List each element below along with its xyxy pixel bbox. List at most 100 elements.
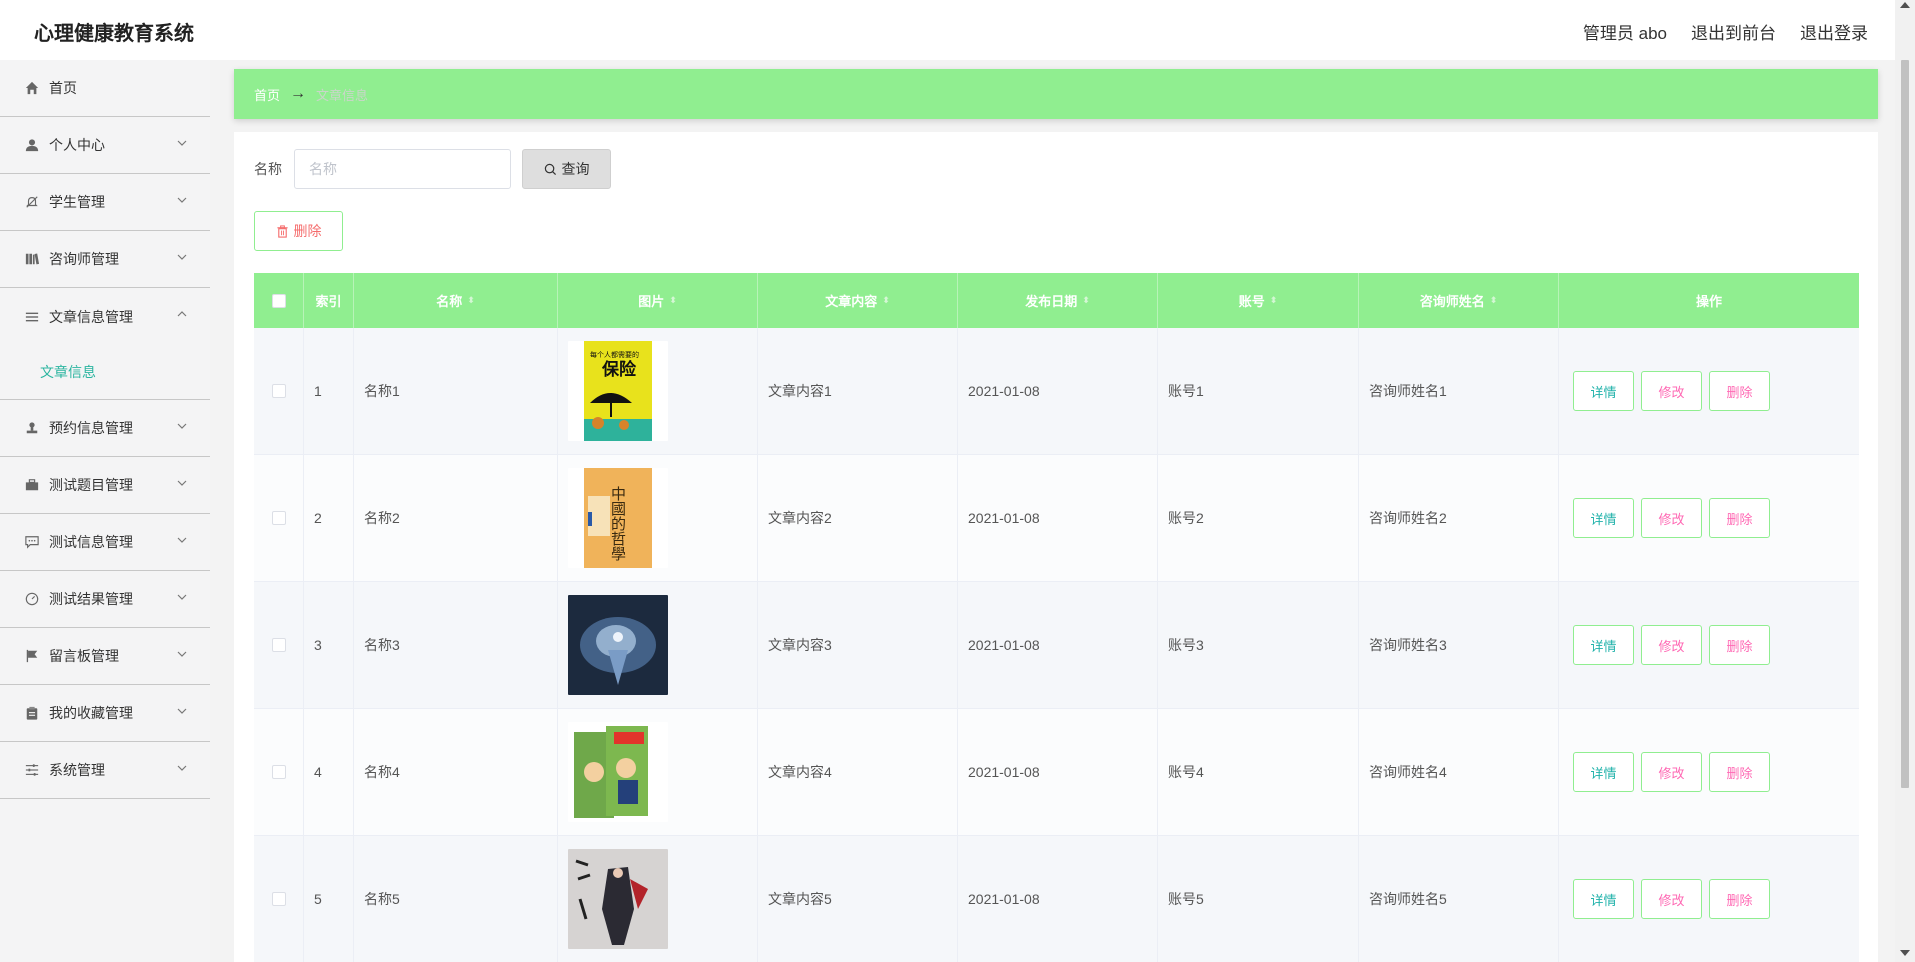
article-thumbnail [568, 849, 668, 949]
header-select-all-cell [254, 273, 304, 328]
sort-icon[interactable]: ⬍ [882, 295, 890, 306]
row-date: 2021-01-08 [958, 582, 1158, 708]
row-check-cell [254, 709, 304, 835]
sidebar-item-label: 学生管理 [49, 194, 105, 210]
scroll-thumb[interactable] [1901, 60, 1909, 788]
breadcrumb-home[interactable]: 首页 [254, 85, 280, 104]
scroll-up-arrow-icon[interactable] [1900, 2, 1910, 8]
header-content[interactable]: 文章内容 ⬍ [758, 273, 958, 328]
edit-button[interactable]: 修改 [1641, 625, 1702, 665]
header-name[interactable]: 名称 ⬍ [354, 273, 558, 328]
row-checkbox[interactable] [271, 511, 286, 525]
detail-button[interactable]: 详情 [1573, 625, 1634, 665]
chevron-down-icon [177, 537, 187, 543]
delete-button[interactable]: 删除 [1709, 371, 1770, 411]
header-ops-label: 操作 [1695, 294, 1722, 309]
row-checkbox[interactable] [271, 765, 286, 779]
sidebar-item-label: 预约信息管理 [49, 420, 133, 436]
row-name: 名称1 [354, 328, 558, 454]
search-label: 名称 [254, 161, 282, 177]
delete-button[interactable]: 删除 [1709, 625, 1770, 665]
sort-icon[interactable]: ⬍ [1270, 295, 1278, 306]
cover-title: 保险 [601, 359, 637, 380]
bulk-delete-button[interactable]: 删除 [254, 211, 343, 251]
page-scrollbar[interactable] [1895, 0, 1915, 962]
row-check-cell [254, 455, 304, 581]
delete-button[interactable]: 删除 [1709, 752, 1770, 792]
table-row: 5 名称5 文章内容5 2021-01-08 账号5 咨询师姓名5 详情 修改 … [254, 836, 1859, 962]
sort-icon[interactable]: ⬍ [1490, 295, 1498, 306]
sidebar-item-label: 首页 [49, 80, 77, 96]
chevron-up-icon [177, 311, 187, 317]
table-row: 4 名称4 文章内容4 2021-01-08 账号4 咨询师姓名4 详情 修改 … [254, 709, 1859, 836]
row-content: 文章内容4 [758, 709, 958, 835]
user-icon [24, 137, 40, 153]
delete-button[interactable]: 删除 [1709, 498, 1770, 538]
row-checkbox[interactable] [271, 638, 286, 652]
row-image-cell [558, 582, 758, 708]
sidebar-item-system[interactable]: 系统管理 [0, 742, 210, 799]
sidebar-item-label: 文章信息管理 [49, 308, 133, 325]
edit-button[interactable]: 修改 [1641, 498, 1702, 538]
logout-link[interactable]: 退出登录 [1800, 19, 1868, 44]
search-button[interactable]: 查询 [522, 149, 611, 189]
header-index-label: 索引 [315, 294, 342, 309]
table-row: 1 名称1 每个人都需要的 保险 文章内容1 2021-01-08 账号1 咨询… [254, 328, 1859, 455]
sidebar-subitem-article-info[interactable]: 文章信息 [0, 345, 210, 400]
row-consultant: 咨询师姓名1 [1359, 328, 1559, 454]
select-all-checkbox[interactable] [271, 293, 286, 308]
back-to-front-link[interactable]: 退出到前台 [1691, 19, 1776, 44]
delete-button[interactable]: 删除 [1709, 879, 1770, 919]
edit-button[interactable]: 修改 [1641, 752, 1702, 792]
header-date[interactable]: 发布日期 ⬍ [958, 273, 1158, 328]
header-index: 索引 [304, 273, 354, 328]
sidebar-item-label: 测试信息管理 [49, 534, 133, 550]
sidebar-item-message-board[interactable]: 留言板管理 [0, 628, 210, 685]
row-date: 2021-01-08 [958, 709, 1158, 835]
chevron-down-icon [177, 594, 187, 600]
chevron-down-icon [177, 480, 187, 486]
sidebar-item-consultants[interactable]: 咨询师管理 [0, 231, 210, 288]
row-checkbox[interactable] [271, 892, 286, 906]
detail-button[interactable]: 详情 [1573, 498, 1634, 538]
row-account: 账号5 [1158, 836, 1359, 962]
row-name: 名称4 [354, 709, 558, 835]
edit-button[interactable]: 修改 [1641, 879, 1702, 919]
row-content: 文章内容2 [758, 455, 958, 581]
detail-button[interactable]: 详情 [1573, 752, 1634, 792]
chevron-down-icon [177, 197, 187, 203]
row-index: 1 [304, 328, 354, 454]
sidebar-item-students[interactable]: 学生管理 [0, 174, 210, 231]
sort-icon[interactable]: ⬍ [669, 295, 677, 306]
scroll-down-arrow-icon[interactable] [1900, 950, 1910, 956]
sidebar-item-home[interactable]: 首页 [0, 60, 210, 117]
table-row: 3 名称3 文章内容3 2021-01-08 账号3 咨询师姓名3 详情 修改 … [254, 582, 1859, 709]
sort-icon[interactable]: ⬍ [467, 295, 475, 306]
header-account[interactable]: 账号 ⬍ [1158, 273, 1359, 328]
chevron-down-icon [177, 423, 187, 429]
bulk-delete-label: 删除 [293, 223, 322, 239]
sidebar-item-test-questions[interactable]: 测试题目管理 [0, 457, 210, 514]
sidebar-item-favorites[interactable]: 我的收藏管理 [0, 685, 210, 742]
detail-button[interactable]: 详情 [1573, 371, 1634, 411]
sidebar-item-test-info[interactable]: 测试信息管理 [0, 514, 210, 571]
edit-button[interactable]: 修改 [1641, 371, 1702, 411]
sidebar-item-appointments[interactable]: 预约信息管理 [0, 400, 210, 457]
sidebar-item-label: 我的收藏管理 [49, 705, 133, 721]
row-checkbox[interactable] [271, 384, 286, 398]
breadcrumb: 首页 → 文章信息 [234, 69, 1878, 119]
chevron-down-icon [177, 765, 187, 771]
sidebar-item-test-results[interactable]: 测试结果管理 [0, 571, 210, 628]
row-content: 文章内容5 [758, 836, 958, 962]
row-name: 名称2 [354, 455, 558, 581]
sidebar-item-articles[interactable]: 文章信息管理 [0, 288, 210, 345]
header-image[interactable]: 图片 ⬍ [558, 273, 758, 328]
sort-icon[interactable]: ⬍ [1082, 295, 1090, 306]
search-row: 名称 查询 [254, 149, 611, 189]
sidebar-item-profile[interactable]: 个人中心 [0, 117, 210, 174]
row-image-cell: 每个人都需要的 保险 [558, 328, 758, 454]
search-input[interactable] [294, 149, 511, 189]
chevron-down-icon [177, 651, 187, 657]
header-consultant[interactable]: 咨询师姓名 ⬍ [1359, 273, 1559, 328]
detail-button[interactable]: 详情 [1573, 879, 1634, 919]
